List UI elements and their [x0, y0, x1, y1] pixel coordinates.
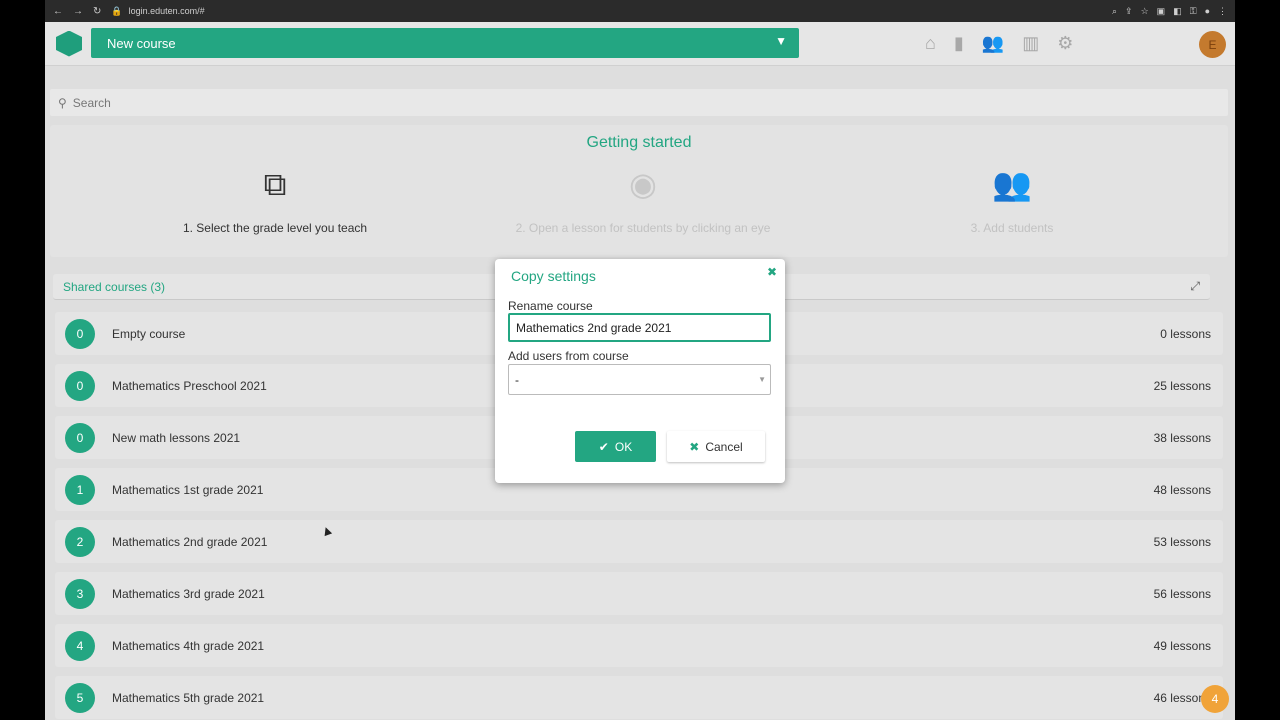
- star-icon[interactable]: ☆: [1141, 6, 1149, 17]
- forward-arrow-icon[interactable]: →: [73, 6, 83, 17]
- lesson-count: 48 lessons: [1153, 482, 1211, 497]
- browser-nav: ← → ↻: [53, 6, 101, 17]
- rename-course-input[interactable]: Mathematics 2nd grade 2021: [508, 313, 771, 342]
- lesson-count: 38 lessons: [1153, 430, 1211, 445]
- dialog-title: Copy settings: [511, 268, 596, 284]
- grade-badge: 0: [65, 422, 95, 453]
- url-text: login.eduten.com/#: [128, 6, 205, 16]
- cancel-button[interactable]: ✖ Cancel: [667, 431, 765, 462]
- grade-badge: 0: [65, 318, 95, 349]
- profile-icon[interactable]: ●: [1205, 6, 1210, 17]
- share-icon[interactable]: ⇪: [1125, 6, 1133, 17]
- rename-course-label: Rename course: [508, 299, 593, 313]
- course-selector[interactable]: New course ▼: [91, 28, 799, 58]
- app-window: New course ▼ ⌂ ▮ 👥 ▥ ⚙ E ⚲ Search Gettin…: [45, 22, 1235, 720]
- list-item[interactable]: 2 Mathematics 2nd grade 2021 53 lessons: [55, 520, 1223, 563]
- search-icon: ⚲: [58, 95, 67, 110]
- window-icon[interactable]: ◧: [1173, 6, 1182, 17]
- course-name: Mathematics 1st grade 2021: [112, 482, 264, 497]
- check-icon: ✔: [598, 439, 609, 454]
- close-icon[interactable]: ✖: [767, 265, 777, 279]
- step-label: 1. Select the grade level you teach: [182, 221, 368, 235]
- add-users-select[interactable]: - ▼: [508, 364, 771, 395]
- key-icon[interactable]: ⚿: [1190, 6, 1197, 17]
- menu-icon[interactable]: ⋮: [1218, 6, 1227, 17]
- users-icon[interactable]: 👥: [982, 33, 1004, 54]
- lesson-count: 56 lessons: [1153, 586, 1211, 601]
- back-arrow-icon[interactable]: ←: [53, 6, 63, 17]
- users-icon: 👥: [992, 166, 1032, 202]
- step-select-grade[interactable]: ⧉ 1. Select the grade level you teach: [115, 163, 435, 235]
- extension-icon[interactable]: ▣: [1157, 6, 1166, 17]
- add-users-label: Add users from course: [508, 349, 629, 363]
- lesson-count: 49 lessons: [1153, 638, 1211, 653]
- step-label: 2. Open a lesson for students by clickin…: [515, 221, 771, 235]
- eye-icon: ◉: [629, 166, 657, 202]
- course-name: Empty course: [112, 326, 186, 341]
- browser-actions: ⌕ ⇪ ☆ ▣ ◧ ⚿ ● ⋮: [1112, 6, 1227, 17]
- zoom-icon[interactable]: ⌕: [1112, 6, 1117, 17]
- gear-icon[interactable]: ⚙: [1057, 33, 1073, 54]
- grade-badge: 2: [65, 526, 95, 557]
- step-add-students: 👥 3. Add students: [852, 163, 1172, 235]
- grade-badge: 5: [65, 682, 95, 713]
- lock-icon: 🔒: [111, 5, 123, 16]
- chat-bubble-icon[interactable]: 4: [1201, 685, 1229, 713]
- address-bar[interactable]: 🔒 login.eduten.com/#: [111, 6, 204, 17]
- ok-label: OK: [614, 439, 633, 454]
- reload-icon[interactable]: ↻: [93, 6, 101, 17]
- copy-documents-icon: ⧉: [263, 166, 287, 202]
- chevron-down-icon: ▼: [758, 375, 766, 384]
- bookmark-icon[interactable]: ▮: [954, 33, 964, 54]
- lesson-count: 25 lessons: [1153, 378, 1211, 393]
- add-users-value: -: [515, 372, 519, 387]
- grade-badge: 0: [65, 370, 95, 401]
- copy-settings-dialog: Copy settings ✖ Rename course Mathematic…: [495, 259, 785, 483]
- stats-icon[interactable]: ▥: [1022, 33, 1039, 54]
- course-name: Mathematics 2nd grade 2021: [112, 534, 268, 549]
- nav-icons: ⌂ ▮ 👥 ▥ ⚙: [925, 33, 1073, 54]
- getting-started-title: Getting started: [586, 134, 692, 151]
- search-placeholder: Search: [72, 95, 111, 110]
- getting-started-panel: Getting started ⧉ 1. Select the grade le…: [50, 125, 1228, 257]
- step-open-lesson: ◉ 2. Open a lesson for students by click…: [483, 163, 803, 235]
- course-name: New math lessons 2021: [112, 430, 241, 445]
- course-selector-label: New course: [107, 35, 176, 51]
- chat-badge: 4: [1211, 692, 1219, 706]
- grade-badge: 3: [65, 578, 95, 609]
- course-name: Mathematics 5th grade 2021: [112, 690, 265, 705]
- expand-icon[interactable]: ⤢: [1190, 279, 1200, 294]
- course-name: Mathematics 4th grade 2021: [112, 638, 265, 653]
- eduten-logo-icon[interactable]: [56, 30, 82, 57]
- course-name: Mathematics 3rd grade 2021: [112, 586, 265, 601]
- step-label: 3. Add students: [970, 221, 1054, 235]
- home-icon[interactable]: ⌂: [925, 33, 936, 54]
- top-navbar: New course ▼ ⌂ ▮ 👥 ▥ ⚙ E: [45, 22, 1235, 66]
- list-item[interactable]: 4 Mathematics 4th grade 2021 49 lessons: [55, 624, 1223, 667]
- lesson-count: 0 lessons: [1160, 326, 1211, 341]
- course-name: Mathematics Preschool 2021: [112, 378, 267, 393]
- lesson-count: 53 lessons: [1153, 534, 1211, 549]
- grade-badge: 4: [65, 630, 95, 661]
- list-item[interactable]: 5 Mathematics 5th grade 2021 46 lessons: [55, 676, 1223, 719]
- search-input[interactable]: ⚲ Search: [50, 89, 1228, 116]
- shared-courses-label: Shared courses (3): [63, 279, 166, 294]
- browser-toolbar: ← → ↻ 🔒 login.eduten.com/# ⌕ ⇪ ☆ ▣ ◧ ⚿ ●…: [45, 0, 1235, 22]
- chevron-down-icon: ▼: [775, 34, 787, 48]
- list-item[interactable]: 3 Mathematics 3rd grade 2021 56 lessons: [55, 572, 1223, 615]
- cancel-label: Cancel: [705, 439, 743, 454]
- close-icon: ✖: [689, 439, 700, 454]
- ok-button[interactable]: ✔ OK: [575, 431, 656, 462]
- grade-badge: 1: [65, 474, 95, 505]
- avatar[interactable]: E: [1199, 31, 1226, 58]
